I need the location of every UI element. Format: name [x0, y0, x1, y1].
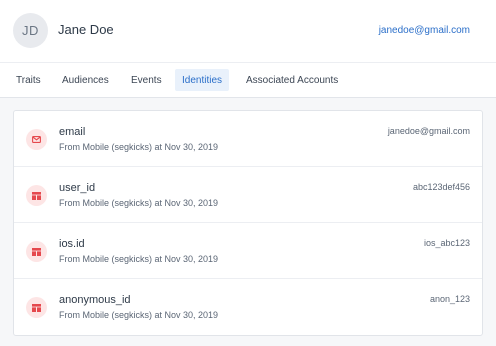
identity-value: ios_abc123: [423, 238, 470, 248]
user-email-link[interactable]: janedoe@gmail.com: [379, 25, 470, 36]
tab-events[interactable]: Events: [124, 69, 169, 91]
identity-key: user_id: [59, 182, 96, 194]
identity-key: email: [59, 126, 86, 138]
identity-source: From Mobile (segkicks) at Nov 30, 2019: [59, 142, 219, 152]
identity-value: anon_123: [429, 294, 470, 304]
identity-value: janedoe@gmail.com: [387, 126, 470, 136]
identity-key: ios.id: [59, 238, 85, 250]
identity-value: abc123def456: [412, 182, 470, 192]
user-name: Jane Doe: [58, 22, 114, 37]
id-card-icon: [26, 297, 47, 318]
id-card-icon: [26, 185, 47, 206]
identity-row: user_id From Mobile (segkicks) at Nov 30…: [14, 167, 482, 223]
tab-associated-accounts[interactable]: Associated Accounts: [239, 69, 345, 91]
identity-source: From Mobile (segkicks) at Nov 30, 2019: [59, 198, 219, 208]
tab-audiences[interactable]: Audiences: [55, 69, 116, 91]
identity-key: anonymous_id: [59, 294, 131, 306]
id-card-icon: [26, 241, 47, 262]
identity-source: From Mobile (segkicks) at Nov 30, 2019: [59, 310, 219, 320]
profile-header: JD Jane Doe janedoe@gmail.com: [0, 0, 496, 62]
avatar: JD: [13, 13, 48, 48]
identity-row: ios.id From Mobile (segkicks) at Nov 30,…: [14, 223, 482, 279]
tab-bar: Traits Audiences Events Identities Assoc…: [0, 62, 496, 98]
identity-row: email From Mobile (segkicks) at Nov 30, …: [14, 111, 482, 167]
identity-row: anonymous_id From Mobile (segkicks) at N…: [14, 279, 482, 335]
identity-source: From Mobile (segkicks) at Nov 30, 2019: [59, 254, 219, 264]
tab-identities[interactable]: Identities: [175, 69, 230, 91]
identities-card: email From Mobile (segkicks) at Nov 30, …: [13, 110, 483, 336]
mail-icon: [26, 129, 47, 150]
tab-traits[interactable]: Traits: [9, 69, 48, 91]
